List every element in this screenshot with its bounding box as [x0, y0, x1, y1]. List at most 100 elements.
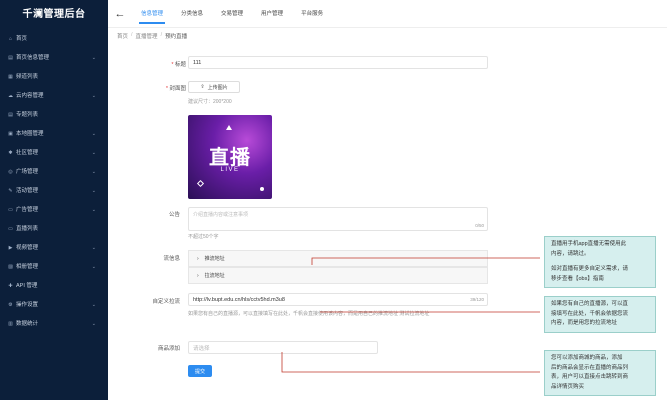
cover-label-text: 封面图 — [169, 86, 186, 92]
sidebar-item-label: 首页信息管理 — [16, 55, 50, 61]
sidebar-item-label: 数据统计 — [16, 321, 39, 327]
broadcast-icon: ◎ — [8, 169, 13, 175]
list-icon: ▦ — [8, 74, 13, 80]
breadcrumb-current: 预约直播 — [165, 34, 188, 40]
sidebar-item-8[interactable]: ✎ 活动管理 ⌄ — [0, 182, 108, 201]
annotation-line: 您可以添加商城的商品，添加 — [551, 355, 623, 361]
upload-icon: ⇪ — [200, 84, 205, 90]
chevron-right-icon: › — [197, 272, 199, 279]
app-title: 千澜管理后台 — [22, 9, 86, 20]
top-tabs: 信息管理 分类信息 交易管理 用户管理 平台服务 — [132, 0, 332, 28]
tab-0[interactable]: 信息管理 — [132, 0, 172, 28]
sidebar-item-label: 本地圈管理 — [16, 131, 44, 137]
stats-icon: ▥ — [8, 321, 13, 327]
stream-label: 流信息 — [163, 256, 180, 262]
sidebar-item-3[interactable]: ☁ 云内容管理 ⌄ — [0, 87, 108, 106]
tab-4[interactable]: 平台服务 — [292, 0, 332, 28]
sidebar-item-label: 活动管理 — [16, 188, 39, 194]
chevron-down-icon: ⌄ — [91, 264, 96, 270]
custom-pull-label: 自定义拉流 — [152, 299, 180, 305]
custom-pull-input[interactable]: http://lv.bupt.edu.cn/hls/cctv5hd.m3u8 3… — [188, 293, 488, 306]
annotation-note-custom: 如果您有自己的直播源，可以直 接填写在此处，千帆会依据您流 内容，而是用您的拉流地址 — [544, 296, 656, 333]
callout-line-goods — [281, 352, 540, 373]
tab-3[interactable]: 用户管理 — [252, 0, 292, 28]
sidebar-item-11[interactable]: ▶ 视频管理 ⌄ — [0, 239, 108, 258]
cloud-icon: ☁ — [8, 93, 13, 99]
sidebar-item-label: 频道列表 — [16, 74, 39, 80]
annotation-line: 接填写在此处，千帆会依据您流 — [551, 310, 629, 317]
cover-label: * 封面图 — [126, 84, 186, 92]
sidebar-item-12[interactable]: ▨ 相册管理 ⌄ — [0, 258, 108, 277]
settings-icon: ⚙ — [8, 302, 13, 308]
custom-pull-hint: 如果您有自己的直播源，可以直接填写在此处，千帆会直接使用该内容，而是用自己的推流… — [188, 311, 430, 317]
api-icon: ✚ — [8, 283, 13, 289]
sidebar-item-0[interactable]: ⌂ 首页 — [0, 30, 108, 49]
custom-pull-char-count: 39/120 — [470, 297, 484, 302]
breadcrumb-home[interactable]: 首页 — [117, 32, 128, 40]
tab-2[interactable]: 交易管理 — [212, 0, 252, 28]
custom-pull-value: http://lv.bupt.edu.cn/hls/cctv5hd.m3u8 — [193, 296, 285, 303]
chevron-down-icon: ⌄ — [91, 150, 96, 156]
sidebar-item-4[interactable]: ▤ 专题列表 — [0, 106, 108, 125]
title-label: * 标题 — [126, 60, 186, 68]
breadcrumb: 首页 / 直播管理 / 预约直播 — [117, 32, 187, 40]
title-input[interactable]: 111 — [188, 56, 488, 69]
annotation-line: 直播用手机app直播无需使用此 — [551, 241, 627, 247]
ad-icon: ▭ — [8, 207, 13, 213]
sidebar-item-7[interactable]: ◎ 广场管理 ⌄ — [0, 163, 108, 182]
activity-icon: ✎ — [8, 188, 13, 194]
sidebar: 千澜管理后台 ⌂ 首页 ▤ 首页信息管理 ⌄ ▦ 频道列表 ☁ 云内容管理 ⌄ ▤ 专题列表 ▣ 本地圈管… — [0, 0, 108, 400]
back-arrow-icon[interactable]: ← — [108, 8, 132, 20]
annotation-line: 表，用户可以直接点击跳转到商 — [551, 374, 629, 380]
sidebar-item-5[interactable]: ▣ 本地圈管理 ⌄ — [0, 125, 108, 144]
chevron-down-icon: ⌄ — [91, 188, 96, 194]
sidebar-item-label: 专题列表 — [16, 112, 39, 118]
sidebar-item-label: 广告管理 — [16, 207, 39, 213]
notice-hint: 不超过50个字 — [188, 234, 219, 240]
community-icon: ✱ — [8, 150, 13, 156]
sidebar-item-1[interactable]: ▤ 首页信息管理 ⌄ — [0, 49, 108, 68]
sidebar-item-10[interactable]: ▭ 直播列表 — [0, 220, 108, 239]
sidebar-item-6[interactable]: ✱ 社区管理 ⌄ — [0, 144, 108, 163]
goods-select[interactable]: 请选择 — [188, 341, 378, 354]
annotation-line: 品详情页购买 — [551, 383, 585, 390]
sidebar-item-13[interactable]: ✚ API 管理 — [0, 277, 108, 296]
breadcrumb-live[interactable]: 直播管理 — [136, 32, 158, 40]
sidebar-item-9[interactable]: ▭ 广告管理 ⌄ — [0, 201, 108, 220]
chevron-right-icon: › — [197, 255, 199, 262]
triangle-decoration — [226, 125, 232, 130]
video-icon: ▶ — [8, 245, 13, 251]
annotation-line: 内容，请跳过。 — [551, 250, 590, 257]
sidebar-menu: ⌂ 首页 ▤ 首页信息管理 ⌄ ▦ 频道列表 ☁ 云内容管理 ⌄ ▤ 专题列表 ▣ 本地圈管理 ⌄ ✱ 社区管理… — [0, 30, 108, 334]
title-input-value: 111 — [193, 59, 202, 66]
chevron-down-icon: ⌄ — [91, 321, 96, 327]
upload-image-button[interactable]: ⇪ 上传图片 — [188, 81, 240, 93]
chevron-down-icon: ⌄ — [91, 207, 96, 213]
poster-title: 直播 — [209, 145, 251, 169]
sidebar-item-label: 首页 — [16, 36, 28, 42]
live-icon: ▭ — [8, 226, 13, 232]
notice-label: 公告 — [168, 212, 180, 218]
cover-preview-image[interactable]: 直播 LIVE — [188, 115, 272, 199]
circle-icon: ▣ — [8, 131, 13, 137]
dot-decoration — [260, 187, 264, 191]
chevron-down-icon: ⌄ — [91, 93, 96, 99]
diamond-decoration — [196, 179, 205, 188]
topic-icon: ▤ — [8, 112, 13, 118]
poster-subtitle: LIVE — [220, 167, 240, 173]
sidebar-item-15[interactable]: ▥ 数据统计 ⌄ — [0, 315, 108, 334]
sidebar-item-label: 视频管理 — [16, 245, 39, 251]
sidebar-item-2[interactable]: ▦ 频道列表 — [0, 68, 108, 87]
tab-1[interactable]: 分类信息 — [172, 0, 212, 28]
pull-url-panel[interactable]: › 拉流地址 — [188, 267, 488, 284]
submit-button[interactable]: 提交 — [188, 365, 212, 377]
sidebar-item-14[interactable]: ⚙ 操作设置 ⌄ — [0, 296, 108, 315]
annotation-line: 移步查看【obs】指南 — [551, 275, 604, 282]
sidebar-item-label: 社区管理 — [16, 150, 39, 156]
push-url-label: 推流地址 — [204, 256, 225, 262]
chevron-down-icon: ⌄ — [91, 245, 96, 251]
notice-textarea[interactable]: 介绍直播内容或注意事项 0/50 — [188, 207, 488, 231]
push-url-panel[interactable]: › 推流地址 — [188, 250, 488, 267]
chevron-down-icon: ⌄ — [91, 302, 96, 308]
annotation-line: 如对直播有更多自定义需求，请 — [551, 266, 629, 272]
